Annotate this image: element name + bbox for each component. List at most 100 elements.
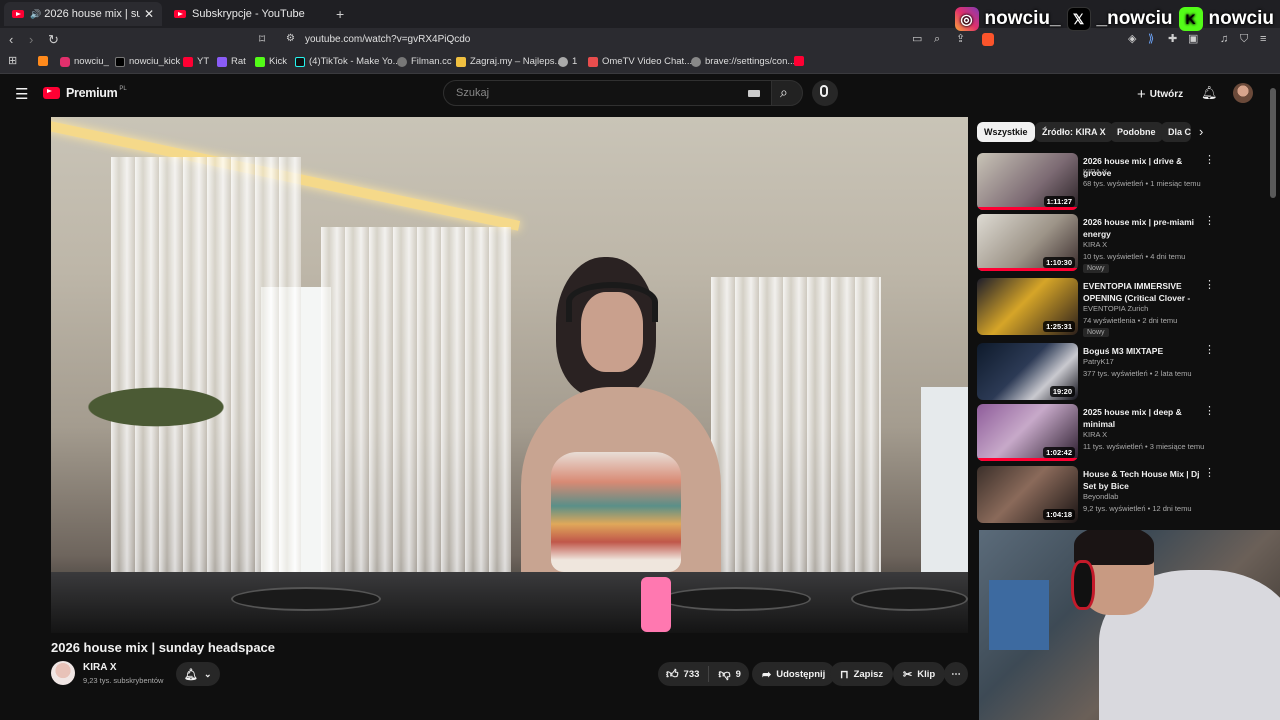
- apps-grid-icon[interactable]: ⊞: [8, 56, 17, 67]
- tab-title: Subskrypcje - YouTube: [192, 8, 305, 20]
- chip-all[interactable]: Wszystkie: [977, 122, 1035, 142]
- voice-search-button[interactable]: [812, 80, 838, 106]
- recommendation-item[interactable]: 1:10:30 2026 house mix | pre-miami energ…: [977, 214, 1215, 273]
- bookmark-ometv[interactable]: OmeTV Video Chat...: [588, 56, 692, 67]
- search-button[interactable]: ⌕: [771, 80, 803, 106]
- bookmark-reddit[interactable]: [38, 56, 52, 66]
- recommendation-item[interactable]: 1:04:18 House & Tech House Mix | Dj Set …: [977, 466, 1215, 524]
- save-button[interactable]: ⊓ Zapisz: [830, 662, 894, 686]
- site-info-icon[interactable]: ⚙: [286, 34, 295, 44]
- sidebar-icon[interactable]: ▣: [1188, 34, 1198, 45]
- video-thumbnail[interactable]: 19:20: [977, 343, 1078, 400]
- wallet-icon[interactable]: ⛉: [1240, 34, 1248, 45]
- vpn-icon[interactable]: ◈: [1128, 34, 1136, 45]
- menu-icon[interactable]: ≡: [1260, 34, 1266, 45]
- tab-current-video[interactable]: 🔊 2026 house mix | sunday hea ✕: [4, 2, 162, 26]
- chip-from-channel[interactable]: Źródło: KIRA X: [1035, 122, 1113, 142]
- bookmark-x[interactable]: nowciu_kick: [115, 56, 180, 67]
- channel-avatar[interactable]: [51, 661, 75, 685]
- media-icon[interactable]: ♫: [1220, 34, 1228, 45]
- like-count[interactable]: 733: [684, 669, 700, 680]
- recommendation-channel[interactable]: KIRA X: [1083, 240, 1107, 249]
- notifications-bell-icon[interactable]: 🔔︎: [1201, 85, 1218, 101]
- more-options-icon[interactable]: ⋮: [1204, 466, 1215, 479]
- bookmark-filman[interactable]: Filman.cc: [397, 56, 452, 67]
- keyboard-icon[interactable]: [748, 90, 760, 97]
- recommendation-channel[interactable]: EVENTOPIA Zurich: [1083, 304, 1148, 313]
- clip-button[interactable]: ✂ Klip: [893, 662, 946, 686]
- video-thumbnail[interactable]: 1:11:27: [977, 153, 1078, 210]
- recommendation-item[interactable]: 1:11:27 2026 house mix | drive & groove …: [977, 153, 1215, 211]
- more-options-icon[interactable]: ⋮: [1204, 343, 1215, 356]
- video-duration: 1:11:27: [1043, 196, 1075, 207]
- youtube-premium-logo[interactable]: Premium PL: [43, 86, 127, 100]
- bookmark-1[interactable]: 1: [558, 56, 577, 67]
- audio-playing-icon: 🔊: [30, 8, 42, 19]
- tiktok-icon: [295, 56, 305, 67]
- recommendation-channel[interactable]: KIRA X: [1083, 167, 1107, 176]
- recommendation-item[interactable]: 1:02:42 2025 house mix | deep & minimal …: [977, 404, 1215, 462]
- bookmark-instagram[interactable]: nowciu_: [60, 56, 109, 67]
- share-button[interactable]: ➦ Udostępnij: [752, 662, 836, 686]
- hamburger-menu-icon[interactable]: ☰: [15, 85, 28, 103]
- more-options-icon[interactable]: ⋮: [1204, 278, 1215, 291]
- reload-icon[interactable]: ↻: [48, 33, 59, 46]
- create-button[interactable]: + Utwórz: [1137, 86, 1183, 103]
- recommendation-channel[interactable]: PatryK17: [1083, 357, 1114, 366]
- account-avatar[interactable]: [1233, 83, 1253, 103]
- watch-progress: [977, 268, 1078, 271]
- video-thumbnail[interactable]: 1:25:31: [977, 278, 1078, 335]
- new-tab-icon[interactable]: +: [336, 7, 344, 21]
- share-arrow-icon: ➦: [762, 668, 772, 681]
- youtube-icon: [183, 56, 193, 67]
- translate-icon[interactable]: ⟫: [1148, 34, 1154, 45]
- extensions-icon[interactable]: ✚: [1168, 34, 1177, 45]
- tab-subscriptions[interactable]: Subskrypcje - YouTube: [166, 2, 326, 26]
- recommendation-channel[interactable]: Beyondlab: [1083, 492, 1118, 501]
- chip-related[interactable]: Podobne: [1110, 122, 1163, 142]
- channel-name[interactable]: KIRA X: [83, 662, 117, 673]
- dislike-icon[interactable]: 👎︎: [718, 667, 730, 682]
- bookmark-tiktok[interactable]: (4)TikTok - Make Yo...: [295, 56, 401, 67]
- chips-next-icon[interactable]: ›: [1199, 124, 1203, 139]
- bookmark-rat[interactable]: Rat: [217, 56, 246, 67]
- tab-close-icon[interactable]: ✕: [144, 7, 154, 21]
- more-options-icon[interactable]: ⋮: [1204, 153, 1215, 166]
- brave-shields-icon[interactable]: [982, 33, 994, 46]
- bookmark-zagraj[interactable]: Zagraj.my – Najleps...: [456, 56, 562, 67]
- video-thumbnail[interactable]: 1:02:42: [977, 404, 1078, 461]
- recommendation-item[interactable]: 19:20 Boguś M3 MIXTAPE PatryK17 377 tys.…: [977, 343, 1215, 401]
- bookmark-kick[interactable]: Kick: [255, 56, 287, 67]
- recommendation-item[interactable]: 1:25:31 EVENTOPIA IMMERSIVE OPENING (Cri…: [977, 278, 1215, 337]
- video-player[interactable]: [51, 117, 968, 633]
- bookmark-page-icon[interactable]: ⌑: [259, 33, 265, 45]
- more-options-icon[interactable]: ⋮: [1204, 404, 1215, 417]
- more-actions-button[interactable]: ⋯: [944, 662, 968, 686]
- instagram-icon: ◎: [954, 7, 979, 31]
- cast-icon[interactable]: ▭: [912, 34, 922, 45]
- recommendation-title[interactable]: 2025 house mix | deep & minimal: [1083, 406, 1205, 430]
- video-thumbnail[interactable]: 1:04:18: [977, 466, 1078, 523]
- bookmark-yt[interactable]: YT: [183, 56, 209, 67]
- back-icon[interactable]: ‹: [9, 33, 13, 46]
- x-icon: 𝕏: [1066, 7, 1091, 31]
- bookmark-youtube[interactable]: [794, 56, 808, 66]
- address-bar[interactable]: youtube.com/watch?v=gvRX4PiQcdo: [305, 34, 470, 45]
- page-scrollbar[interactable]: [1270, 88, 1276, 198]
- chip-for-you[interactable]: Dla C: [1161, 122, 1191, 142]
- forward-icon[interactable]: ›: [29, 33, 33, 46]
- bookmark-brave-settings[interactable]: brave://settings/con...: [691, 56, 795, 67]
- video-thumbnail[interactable]: 1:10:30: [977, 214, 1078, 271]
- recommendation-channel[interactable]: KIRA X: [1083, 430, 1107, 439]
- dislike-count[interactable]: 9: [736, 669, 741, 680]
- search-input[interactable]: Szukaj: [443, 80, 773, 106]
- recommendation-title[interactable]: Boguś M3 MIXTAPE: [1083, 345, 1205, 357]
- notification-subscribe-button[interactable]: 🔔︎ ⌄: [176, 662, 220, 686]
- share-icon[interactable]: ⇪: [956, 34, 965, 45]
- recommendation-title[interactable]: 2026 house mix | pre-miami energy: [1083, 216, 1205, 240]
- recommendation-title[interactable]: House & Tech House Mix | Dj Set by Bice: [1083, 468, 1205, 492]
- zoom-icon[interactable]: ⌕: [934, 34, 940, 45]
- more-options-icon[interactable]: ⋮: [1204, 214, 1215, 227]
- like-icon[interactable]: 👍︎: [666, 667, 679, 682]
- recommendation-title[interactable]: EVENTOPIA IMMERSIVE OPENING (Critical Cl…: [1083, 280, 1205, 304]
